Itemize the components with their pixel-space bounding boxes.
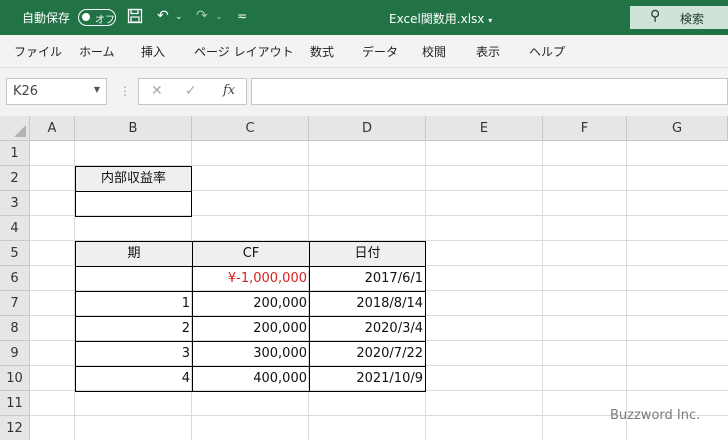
save-icon[interactable] bbox=[127, 8, 143, 28]
tab-page-layout[interactable]: ページ レイアウト bbox=[194, 43, 294, 60]
cell-c6[interactable]: ¥-1,000,000 bbox=[192, 266, 310, 292]
watermark: Buzzword Inc. bbox=[610, 408, 701, 423]
cell-b3-irr-value[interactable] bbox=[75, 191, 192, 217]
search-label: 検索 bbox=[680, 12, 705, 26]
cell-d6[interactable]: 2017/6/1 bbox=[309, 266, 426, 292]
customize-toolbar-icon[interactable]: ≂ bbox=[237, 9, 247, 23]
undo-dropdown-icon[interactable]: ⌄ bbox=[175, 12, 183, 22]
row-header-7[interactable]: 7 bbox=[0, 291, 30, 316]
cell-b9[interactable]: 3 bbox=[75, 341, 193, 367]
cell-b10[interactable]: 4 bbox=[75, 366, 193, 392]
column-header-a[interactable]: A bbox=[30, 116, 75, 141]
search-box[interactable]: ⚲ 検索 bbox=[630, 6, 728, 29]
enter-icon[interactable]: ✓ bbox=[185, 83, 197, 99]
cell-c10[interactable]: 400,000 bbox=[192, 366, 310, 392]
cancel-icon[interactable]: ✕ bbox=[151, 83, 163, 99]
cell-b6[interactable] bbox=[75, 266, 193, 292]
redo-icon[interactable]: ↷ bbox=[196, 8, 208, 24]
cell-d9[interactable]: 2020/7/22 bbox=[309, 341, 426, 367]
column-header-f[interactable]: F bbox=[543, 116, 627, 141]
tab-home[interactable]: ホーム bbox=[79, 43, 115, 60]
row-header-12[interactable]: 12 bbox=[0, 416, 30, 440]
column-header-g[interactable]: G bbox=[627, 116, 728, 141]
undo-icon[interactable]: ↶ bbox=[157, 8, 169, 24]
formula-bar-area: K26 ▼ ⋮ ✕ ✓ fx bbox=[0, 68, 728, 116]
formula-bar-grip-icon: ⋮ bbox=[119, 84, 131, 98]
worksheet-grid: A B C D E F G 1 2 3 4 5 6 7 8 9 10 11 12 bbox=[0, 116, 728, 440]
toggle-knob bbox=[82, 13, 90, 21]
column-header-e[interactable]: E bbox=[426, 116, 543, 141]
cell-c7[interactable]: 200,000 bbox=[192, 291, 310, 317]
file-name-dropdown-icon: ▾ bbox=[488, 16, 493, 25]
search-icon: ⚲ bbox=[650, 8, 661, 24]
cell-d5-header-date[interactable]: 日付 bbox=[309, 241, 426, 267]
row-header-10[interactable]: 10 bbox=[0, 366, 30, 391]
formula-input[interactable] bbox=[251, 78, 728, 105]
column-header-d[interactable]: D bbox=[309, 116, 426, 141]
row-header-11[interactable]: 11 bbox=[0, 391, 30, 416]
tab-view[interactable]: 表示 bbox=[476, 43, 500, 60]
cell-b8[interactable]: 2 bbox=[75, 316, 193, 342]
file-name-text: Excel関数用.xlsx bbox=[389, 12, 485, 26]
name-box-dropdown-icon[interactable]: ▼ bbox=[94, 85, 100, 94]
row-header-9[interactable]: 9 bbox=[0, 341, 30, 366]
cell-d10[interactable]: 2021/10/9 bbox=[309, 366, 426, 392]
redo-dropdown-icon[interactable]: ⌄ bbox=[215, 12, 223, 22]
column-header-b[interactable]: B bbox=[75, 116, 192, 141]
row-header-5[interactable]: 5 bbox=[0, 241, 30, 266]
tab-review[interactable]: 校閲 bbox=[422, 43, 446, 60]
cell-c8[interactable]: 200,000 bbox=[192, 316, 310, 342]
title-bar: 自動保存 オフ ↶ ⌄ ↷ ⌄ ≂ Excel関数用.xlsx ▾ ⚲ 検索 bbox=[0, 0, 728, 35]
cell-b7[interactable]: 1 bbox=[75, 291, 193, 317]
insert-function-icon[interactable]: fx bbox=[223, 83, 235, 98]
tab-file[interactable]: ファイル bbox=[14, 43, 62, 60]
cell-c9[interactable]: 300,000 bbox=[192, 341, 310, 367]
name-box[interactable]: K26 ▼ bbox=[6, 78, 107, 105]
column-header-c[interactable]: C bbox=[192, 116, 309, 141]
select-all-triangle-icon bbox=[14, 125, 26, 137]
row-header-4[interactable]: 4 bbox=[0, 216, 30, 241]
file-name[interactable]: Excel関数用.xlsx ▾ bbox=[389, 10, 492, 27]
cell-b5-header-period[interactable]: 期 bbox=[75, 241, 193, 267]
row-header-2[interactable]: 2 bbox=[0, 166, 30, 191]
name-box-value: K26 bbox=[13, 84, 39, 99]
cell-d7[interactable]: 2018/8/14 bbox=[309, 291, 426, 317]
row-header-3[interactable]: 3 bbox=[0, 191, 30, 216]
tab-formulas[interactable]: 数式 bbox=[310, 43, 334, 60]
autosave-toggle[interactable]: オフ bbox=[78, 9, 116, 26]
row-header-1[interactable]: 1 bbox=[0, 141, 30, 166]
cell-c5-header-cf[interactable]: CF bbox=[192, 241, 310, 267]
ribbon-tabs: ファイル ホーム 挿入 ページ レイアウト 数式 データ 校閲 表示 ヘルプ bbox=[0, 35, 728, 68]
formula-buttons: ✕ ✓ fx bbox=[138, 78, 247, 105]
autosave-state: オフ bbox=[95, 15, 115, 26]
cell-d8[interactable]: 2020/3/4 bbox=[309, 316, 426, 342]
row-header-6[interactable]: 6 bbox=[0, 266, 30, 291]
tab-data[interactable]: データ bbox=[362, 43, 398, 60]
tab-insert[interactable]: 挿入 bbox=[141, 43, 165, 60]
tab-help[interactable]: ヘルプ bbox=[529, 43, 565, 60]
row-header-8[interactable]: 8 bbox=[0, 316, 30, 341]
select-all-button[interactable] bbox=[0, 116, 30, 141]
cell-b2-irr-header[interactable]: 内部収益率 bbox=[75, 166, 192, 192]
autosave-label: 自動保存 bbox=[22, 11, 71, 25]
